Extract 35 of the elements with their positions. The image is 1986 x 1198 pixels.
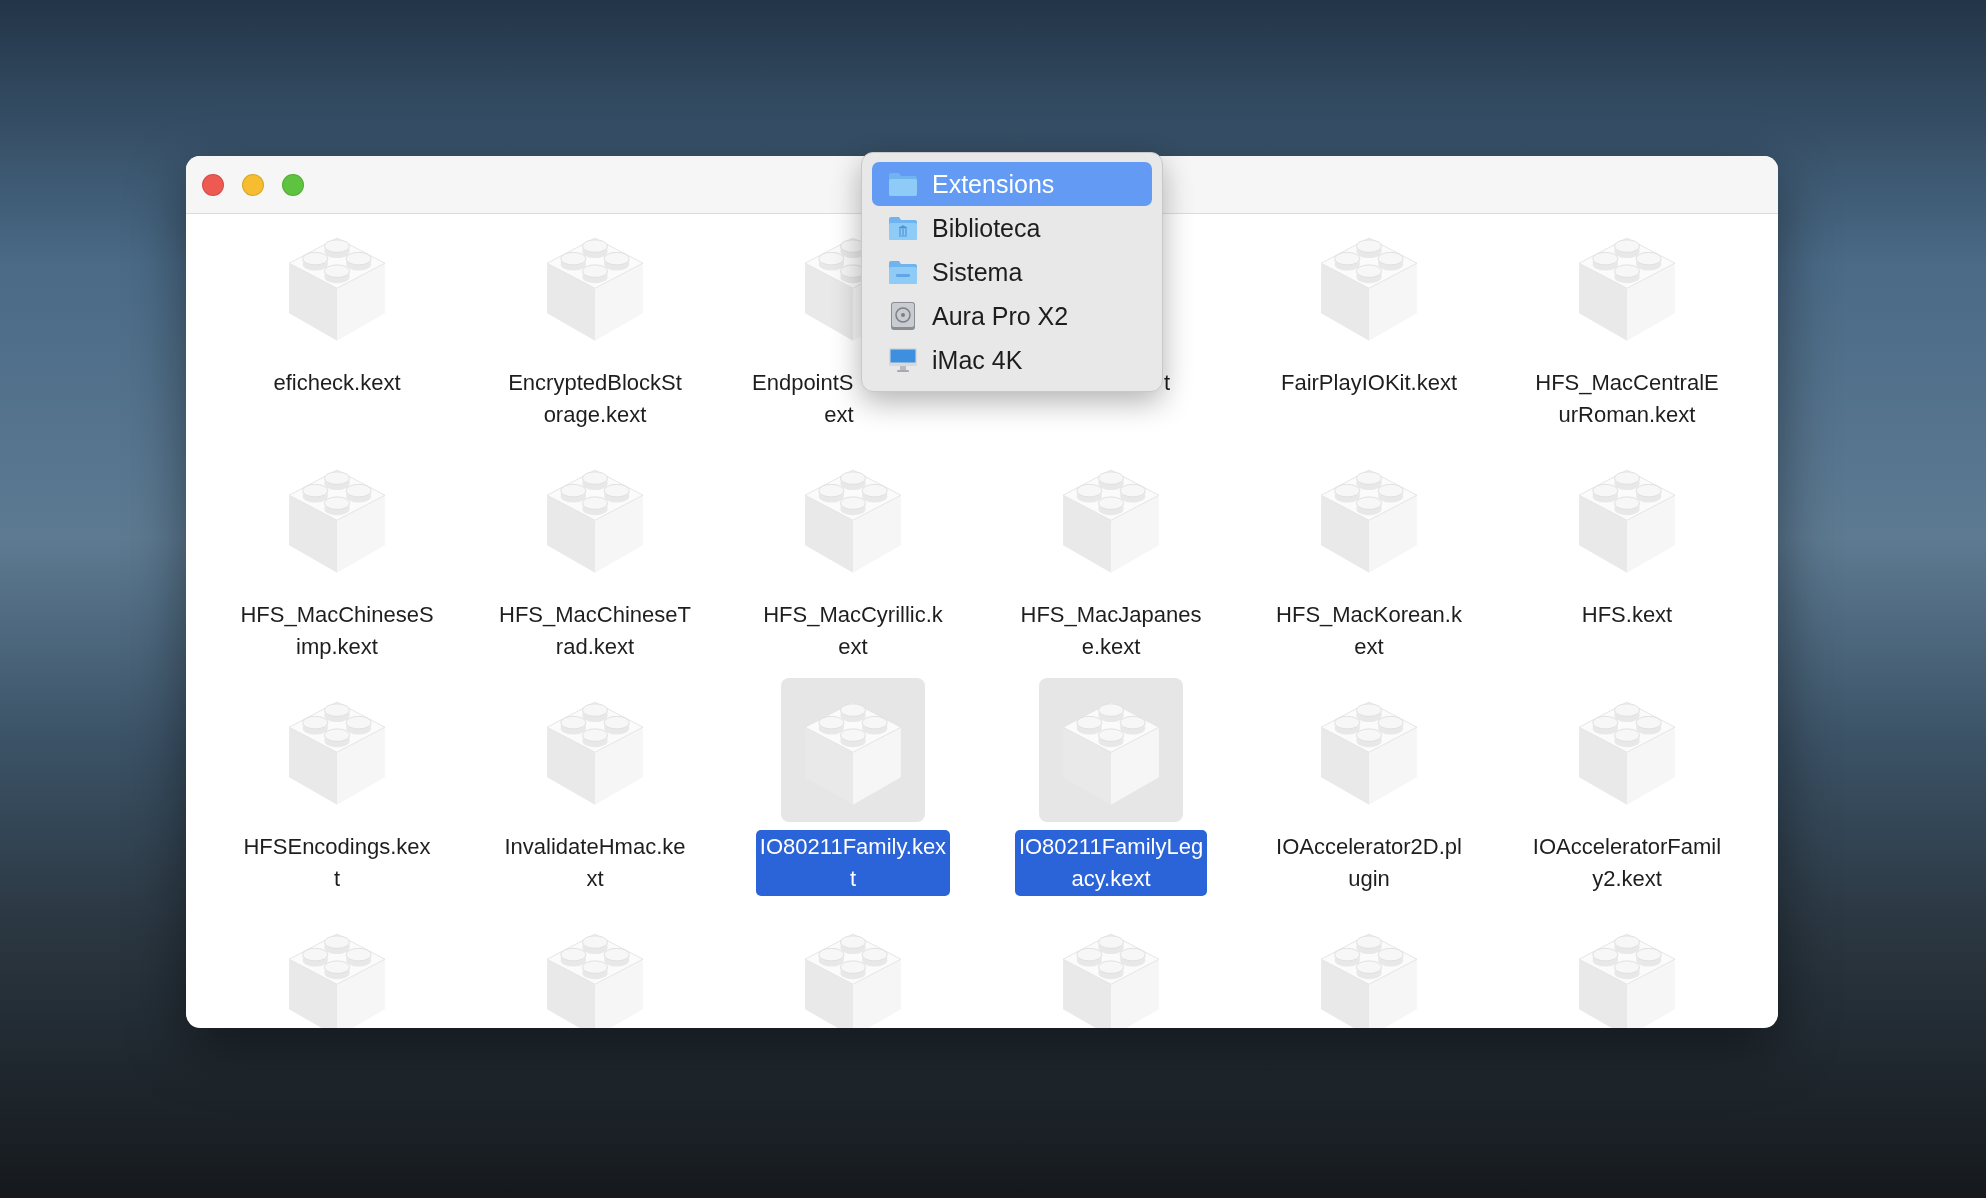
file-name[interactable]: HFS_MacChineseT rad.kext: [495, 598, 695, 664]
menu-item-label: Biblioteca: [932, 213, 1041, 243]
minimize-button[interactable]: [242, 173, 264, 196]
system-folder-icon: [888, 259, 918, 285]
hard-drive-icon: [888, 301, 918, 331]
file-name[interactable]: EncryptedBlockSt orage.kext: [504, 366, 686, 432]
file-name[interactable]: HFS_MacKorean.k ext: [1272, 598, 1466, 664]
file-name[interactable]: HFS_MacCentralE urRoman.kext: [1531, 366, 1723, 432]
menu-item-label: iMac 4K: [932, 345, 1023, 375]
file-name[interactable]: HFSEncodings.kex t: [239, 830, 435, 896]
file-name[interactable]: FairPlayIOKit.kext: [1276, 366, 1461, 400]
menu-item[interactable]: Sistema: [872, 250, 1152, 294]
folder-icon: [888, 171, 918, 197]
menu-item[interactable]: Aura Pro X2: [872, 294, 1152, 338]
menu-item[interactable]: iMac 4K: [872, 338, 1152, 382]
file-name[interactable]: IO80211FamilyLeg acy.kext: [1014, 830, 1208, 896]
file-name[interactable]: HFS.kext: [1577, 598, 1677, 632]
menu-item-label: Extensions: [932, 169, 1055, 199]
menu-item[interactable]: Biblioteca: [872, 206, 1152, 250]
library-folder-icon: [888, 215, 918, 241]
file-name[interactable]: HFS_MacCyrillic.k ext: [759, 598, 947, 664]
menu-item-label: Sistema: [932, 257, 1023, 287]
file-name[interactable]: eficheck.kext: [269, 366, 405, 400]
file-name[interactable]: EndpointS ext: [748, 366, 858, 432]
zoom-button[interactable]: [282, 173, 304, 196]
menu-item-label: Aura Pro X2: [932, 301, 1069, 331]
file-name[interactable]: HFS_MacChineseS imp.kext: [236, 598, 438, 664]
file-name[interactable]: InvalidateHmac.ke xt: [500, 830, 690, 896]
computer-icon: [888, 347, 918, 373]
close-button[interactable]: [202, 173, 224, 196]
file-name[interactable]: IOAcceleratorFamil y2.kext: [1528, 830, 1726, 896]
file-name[interactable]: t: [1160, 366, 1175, 400]
file-name[interactable]: HFS_MacJapanes e.kext: [1016, 598, 1206, 664]
file-name[interactable]: IO80211Family.kex t: [755, 830, 951, 896]
file-name[interactable]: IOAccelerator2D.pl ugin: [1272, 830, 1466, 896]
